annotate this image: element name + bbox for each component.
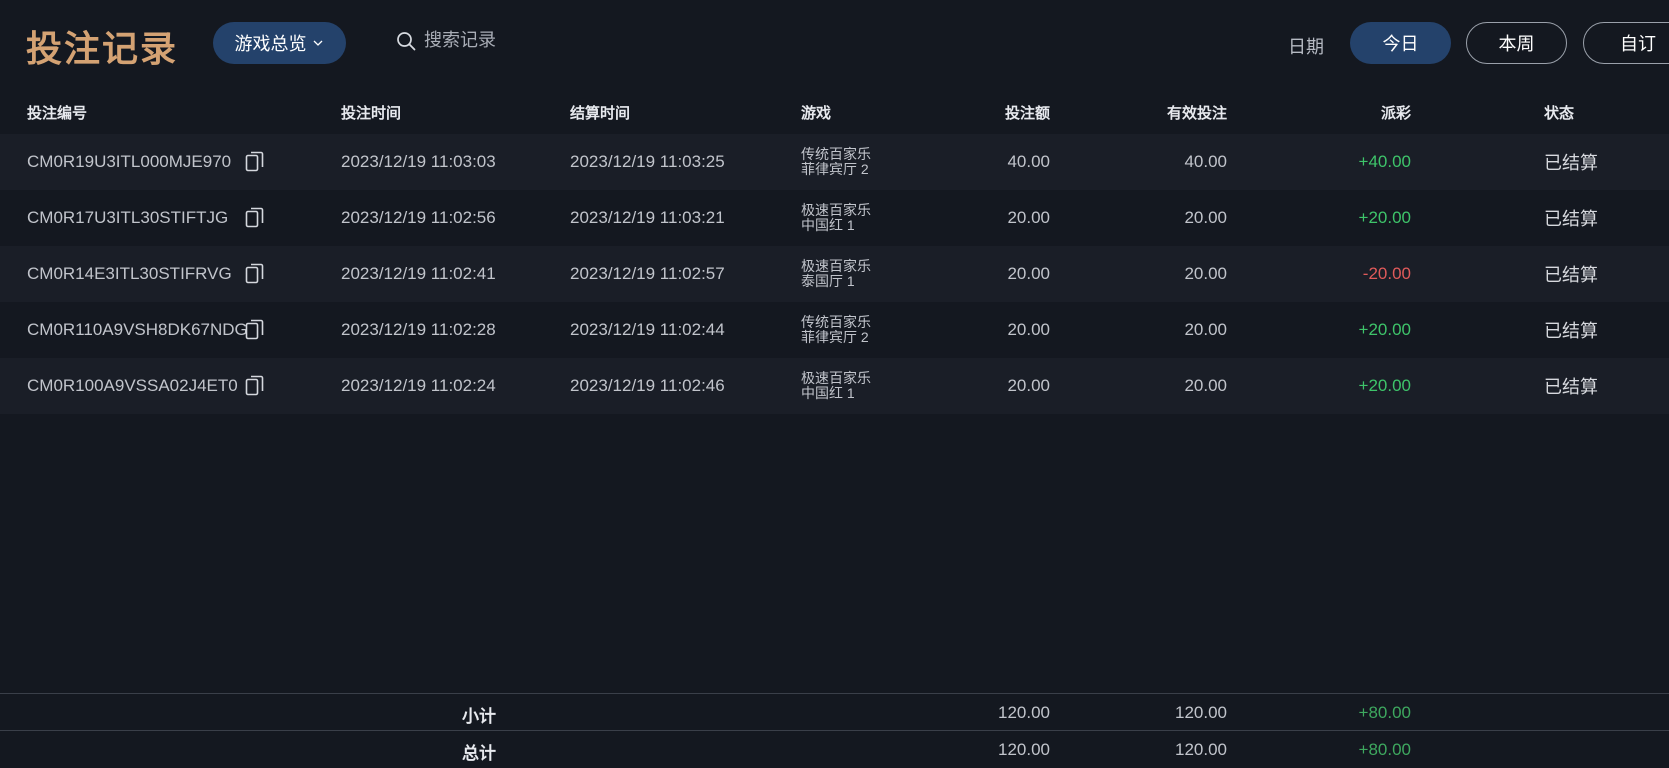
- bet-time: 2023/12/19 11:02:41: [341, 264, 496, 283]
- col-status: 状态: [1544, 105, 1575, 122]
- col-bet-time: 投注时间: [341, 105, 402, 122]
- total-row: 总计 120.00 120.00 +80.00: [0, 730, 1669, 768]
- game-table: 泰国厅 1: [801, 273, 855, 289]
- range-today-button[interactable]: 今日: [1350, 22, 1451, 64]
- bet-amount: 20.00: [1007, 320, 1050, 339]
- game-cell: 传统百家乐 菲律宾厅 2: [801, 134, 871, 190]
- table-header: 投注编号 投注时间 结算时间 游戏 投注额 有效投注 派彩 状态: [0, 96, 1669, 132]
- copy-icon[interactable]: [243, 190, 267, 246]
- game-cell: 传统百家乐 菲律宾厅 2: [801, 302, 871, 358]
- payout: +40.00: [1358, 152, 1411, 171]
- table-row[interactable]: CM0R100A9VSSA02J4ET0 2023/12/19 11:02:24…: [0, 358, 1669, 414]
- total-payout: +80.00: [1358, 740, 1411, 759]
- game-filter-dropdown[interactable]: 游戏总览: [213, 22, 346, 64]
- payout: +20.00: [1358, 376, 1411, 395]
- bet-id: CM0R17U3ITL30STIFTJG: [27, 208, 229, 227]
- valid-bet: 40.00: [1184, 152, 1227, 171]
- payout: +20.00: [1358, 320, 1411, 339]
- copy-icon[interactable]: [243, 302, 267, 358]
- bet-amount: 20.00: [1007, 208, 1050, 227]
- payout: +20.00: [1358, 208, 1411, 227]
- subtotal-valid-bet: 120.00: [1175, 703, 1227, 722]
- copy-icon[interactable]: [243, 134, 267, 190]
- game-name: 极速百家乐: [801, 370, 871, 386]
- col-valid-bet: 有效投注: [1166, 105, 1227, 122]
- table-row[interactable]: CM0R110A9VSH8DK67NDG 2023/12/19 11:02:28…: [0, 302, 1669, 358]
- payout: -20.00: [1362, 264, 1411, 283]
- status: 已结算: [1544, 209, 1598, 229]
- bet-id: CM0R14E3ITL30STIFRVG: [27, 264, 232, 283]
- game-name: 极速百家乐: [801, 202, 871, 218]
- settle-time: 2023/12/19 11:03:25: [570, 152, 725, 171]
- game-table: 中国红 1: [801, 385, 855, 401]
- status: 已结算: [1544, 153, 1598, 173]
- game-name: 极速百家乐: [801, 258, 871, 274]
- bet-time: 2023/12/19 11:02:56: [341, 208, 496, 227]
- status: 已结算: [1544, 265, 1598, 285]
- col-bet-id: 投注编号: [27, 105, 88, 122]
- copy-icon[interactable]: [243, 246, 267, 302]
- subtotal-payout: +80.00: [1358, 703, 1411, 722]
- total-valid-bet: 120.00: [1175, 740, 1227, 759]
- bet-time: 2023/12/19 11:02:28: [341, 320, 496, 339]
- status: 已结算: [1544, 321, 1598, 341]
- valid-bet: 20.00: [1184, 376, 1227, 395]
- game-cell: 极速百家乐 中国红 1: [801, 190, 871, 246]
- bet-time: 2023/12/19 11:02:24: [341, 376, 496, 395]
- subtotal-row: 小计 120.00 120.00 +80.00: [0, 693, 1669, 731]
- range-week-button[interactable]: 本周: [1466, 22, 1567, 64]
- subtotal-amount: 120.00: [998, 703, 1050, 722]
- bet-amount: 20.00: [1007, 376, 1050, 395]
- copy-icon[interactable]: [243, 358, 267, 414]
- game-cell: 极速百家乐 泰国厅 1: [801, 246, 871, 302]
- table-row[interactable]: CM0R14E3ITL30STIFRVG 2023/12/19 11:02:41…: [0, 246, 1669, 302]
- range-custom-button[interactable]: 自订: [1583, 22, 1669, 64]
- table-row[interactable]: CM0R17U3ITL30STIFTJG 2023/12/19 11:02:56…: [0, 190, 1669, 246]
- top-bar: 投注记录 游戏总览 日期 今日 本周 自订: [0, 0, 1669, 88]
- table-body: CM0R19U3ITL000MJE970 2023/12/19 11:03:03…: [0, 134, 1669, 414]
- bet-id: CM0R19U3ITL000MJE970: [27, 152, 232, 171]
- col-amount: 投注额: [1004, 105, 1050, 122]
- page-title: 投注记录: [26, 28, 179, 69]
- bet-amount: 40.00: [1007, 152, 1050, 171]
- bet-time: 2023/12/19 11:03:03: [341, 152, 496, 171]
- bet-amount: 20.00: [1007, 264, 1050, 283]
- settle-time: 2023/12/19 11:02:46: [570, 376, 725, 395]
- subtotal-label: 小计: [462, 707, 496, 726]
- total-amount: 120.00: [998, 740, 1050, 759]
- game-table: 菲律宾厅 2: [801, 161, 869, 177]
- search-icon: [397, 31, 416, 50]
- col-game: 游戏: [801, 105, 832, 122]
- bet-id: CM0R100A9VSSA02J4ET0: [27, 376, 238, 395]
- valid-bet: 20.00: [1184, 320, 1227, 339]
- col-settle-time: 结算时间: [570, 105, 631, 122]
- col-payout: 派彩: [1380, 105, 1411, 122]
- game-name: 传统百家乐: [801, 146, 871, 162]
- table-row[interactable]: CM0R19U3ITL000MJE970 2023/12/19 11:03:03…: [0, 134, 1669, 190]
- valid-bet: 20.00: [1184, 208, 1227, 227]
- settle-time: 2023/12/19 11:02:44: [570, 320, 725, 339]
- game-table: 菲律宾厅 2: [801, 329, 869, 345]
- total-label: 总计: [462, 744, 496, 763]
- search-input[interactable]: [424, 30, 584, 51]
- game-table: 中国红 1: [801, 217, 855, 233]
- status: 已结算: [1544, 377, 1598, 397]
- game-cell: 极速百家乐 中国红 1: [801, 358, 871, 414]
- game-name: 传统百家乐: [801, 314, 871, 330]
- settle-time: 2023/12/19 11:02:57: [570, 264, 725, 283]
- search-box[interactable]: [396, 30, 584, 51]
- game-filter-label: 游戏总览: [234, 34, 307, 54]
- bet-id: CM0R110A9VSH8DK67NDG: [27, 320, 248, 339]
- chevron-down-icon: [313, 40, 322, 46]
- valid-bet: 20.00: [1184, 264, 1227, 283]
- settle-time: 2023/12/19 11:03:21: [570, 208, 725, 227]
- date-label: 日期: [1288, 37, 1324, 57]
